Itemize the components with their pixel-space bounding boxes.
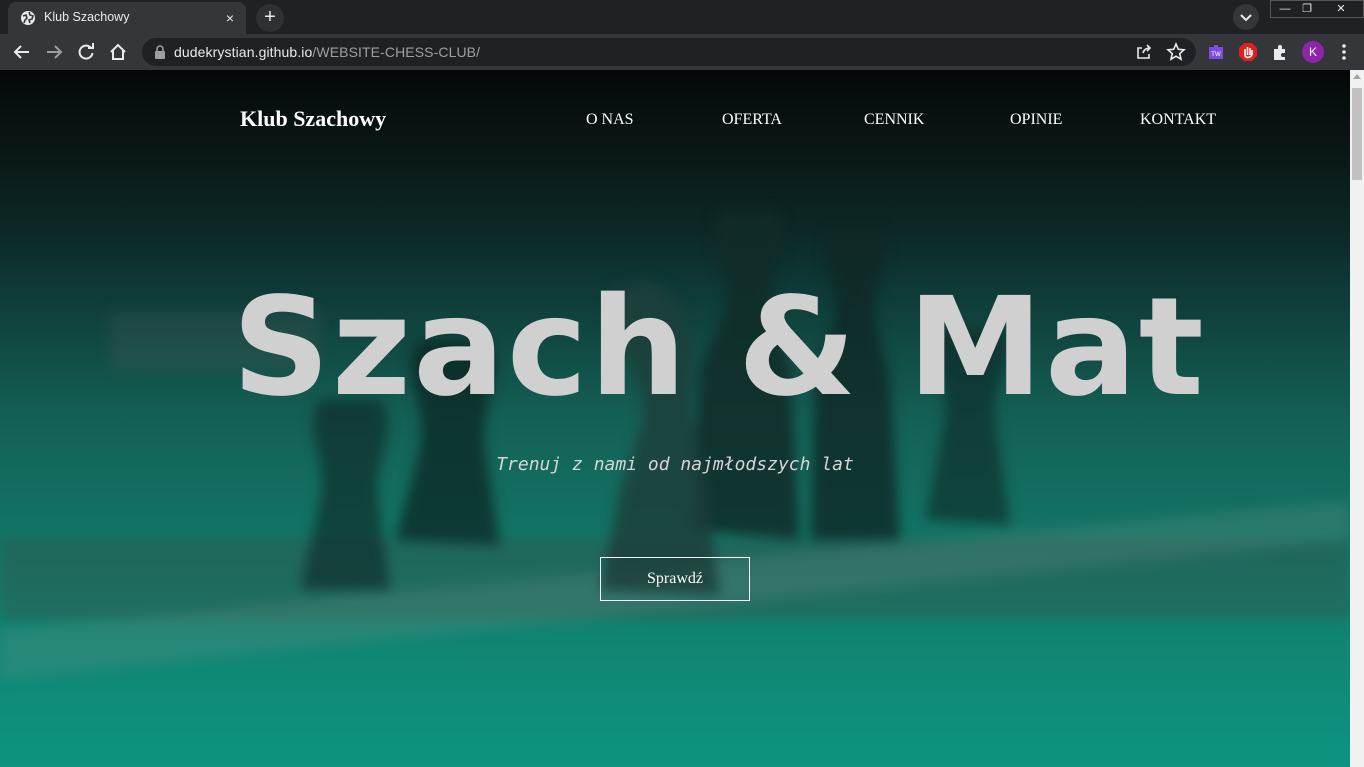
tab-strip: Klub Szachowy × + — ❐ ✕ bbox=[0, 0, 1364, 34]
profile-avatar[interactable]: K bbox=[1302, 41, 1324, 63]
nav-link-o-nas[interactable]: O NAS bbox=[586, 111, 634, 129]
svg-text:TW: TW bbox=[1210, 51, 1221, 58]
browser-toolbar: dudekrystian.github.io/WEBSITE-CHESS-CLU… bbox=[0, 34, 1364, 70]
browser-tab[interactable]: Klub Szachowy × bbox=[8, 2, 246, 34]
bookmark-star-icon[interactable] bbox=[1166, 42, 1186, 62]
url-text[interactable]: dudekrystian.github.io/WEBSITE-CHESS-CLU… bbox=[174, 44, 480, 60]
restore-button[interactable]: ❐ bbox=[1294, 0, 1320, 18]
close-window-button[interactable]: ✕ bbox=[1328, 0, 1354, 18]
hero-section: Klub Szachowy O NAS OFERTA CENNIK OPINIE… bbox=[0, 70, 1350, 767]
more-menu-icon[interactable] bbox=[1334, 42, 1354, 62]
globe-icon bbox=[21, 11, 35, 25]
tab-title: Klub Szachowy bbox=[44, 10, 130, 24]
extension-tw-icon[interactable]: TW bbox=[1206, 42, 1226, 62]
chevron-down-icon bbox=[1240, 14, 1252, 22]
address-bar[interactable]: dudekrystian.github.io/WEBSITE-CHESS-CLU… bbox=[142, 38, 1196, 66]
site-logo[interactable]: Klub Szachowy bbox=[240, 106, 386, 132]
home-icon[interactable] bbox=[108, 42, 128, 62]
check-button[interactable]: Sprawdź bbox=[600, 557, 750, 601]
hero-subtitle: Trenuj z nami od najmłodszych lat bbox=[496, 454, 854, 475]
url-path: /WEBSITE-CHESS-CLUB/ bbox=[312, 44, 481, 60]
adblock-hand-icon[interactable] bbox=[1238, 42, 1258, 62]
puzzle-extensions-icon[interactable] bbox=[1270, 42, 1290, 62]
nav-link-cennik[interactable]: CENNIK bbox=[864, 111, 924, 129]
reload-icon[interactable] bbox=[76, 42, 96, 62]
page-scrollbar[interactable] bbox=[1350, 70, 1364, 767]
hero-title: Szach & Mat bbox=[232, 269, 1206, 427]
scroll-thumb[interactable] bbox=[1352, 88, 1362, 180]
back-arrow-icon[interactable] bbox=[12, 42, 32, 62]
url-host: dudekrystian.github.io bbox=[174, 44, 313, 60]
nav-link-opinie[interactable]: OPINIE bbox=[1010, 111, 1062, 129]
share-icon[interactable] bbox=[1134, 42, 1154, 62]
nav-link-oferta[interactable]: OFERTA bbox=[722, 111, 782, 129]
nav-link-kontakt[interactable]: KONTAKT bbox=[1140, 111, 1216, 129]
lock-icon[interactable] bbox=[154, 45, 166, 59]
tab-close-icon[interactable]: × bbox=[222, 10, 238, 26]
forward-arrow-icon[interactable] bbox=[44, 42, 64, 62]
scroll-up-arrow-icon[interactable] bbox=[1353, 74, 1361, 79]
new-tab-button[interactable]: + bbox=[256, 4, 284, 32]
tab-search-button[interactable] bbox=[1233, 4, 1259, 30]
